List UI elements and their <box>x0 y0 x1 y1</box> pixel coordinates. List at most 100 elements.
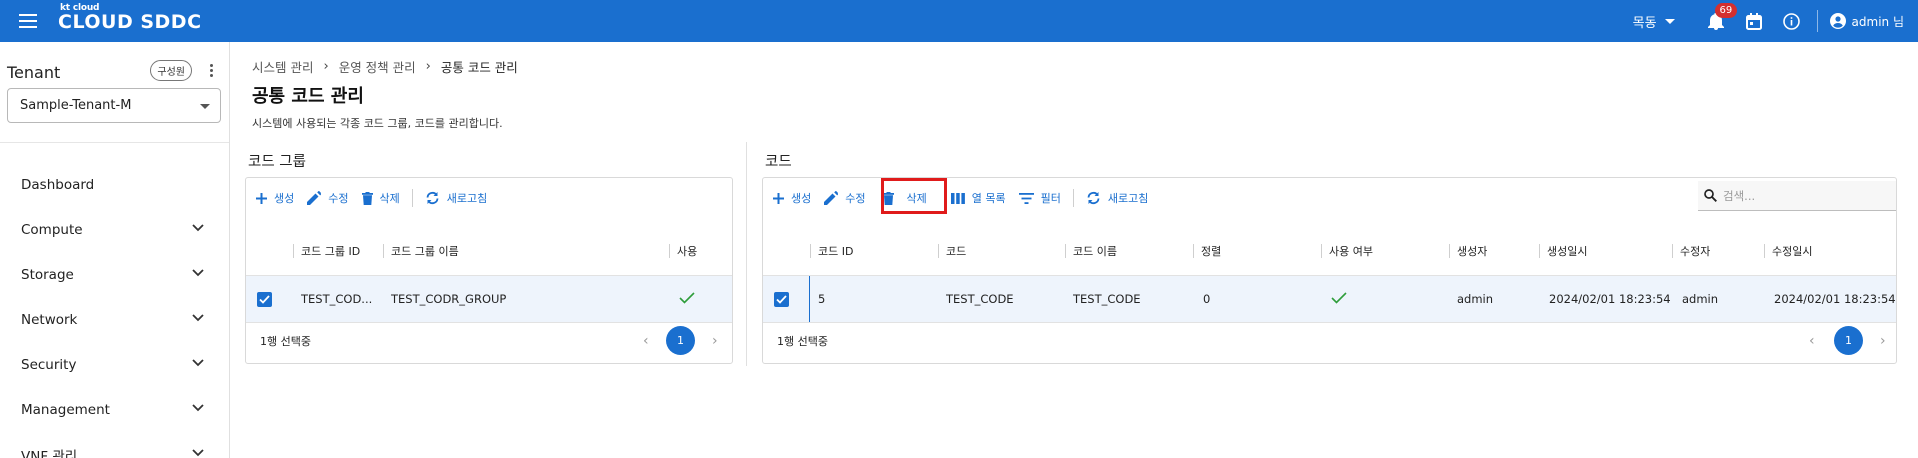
group-edit-button[interactable]: 수정 <box>307 186 349 210</box>
code-panel: 생성 수정 삭제 열 목록 필터 새로고침 코드 ID <box>762 177 1897 364</box>
breadcrumb-item[interactable]: 시스템 관리 <box>252 57 313 76</box>
trash-icon <box>361 191 373 205</box>
tenant-header: Tenant 구성원 <box>7 60 222 82</box>
user-name: admin 님 <box>1851 14 1904 29</box>
sidebar-item-label: Network <box>21 312 78 328</box>
top-app-bar: kt cloud CLOUD SDDC 목동 69 admin 님 <box>0 0 1918 42</box>
breadcrumb-item[interactable]: 운영 정책 관리 <box>339 57 416 76</box>
info-button[interactable] <box>1773 0 1811 42</box>
sidebar-item-label: Compute <box>21 222 83 238</box>
chevron-right-icon: › <box>425 59 431 74</box>
chevron-right-icon[interactable]: › <box>712 333 718 349</box>
filter-button[interactable]: 필터 <box>1018 186 1061 210</box>
column-header[interactable]: 코드 그룹 이름 <box>391 243 459 259</box>
chevron-down-icon <box>192 449 204 457</box>
role-chip[interactable]: 구성원 <box>150 60 192 81</box>
sidebar-item-compute[interactable]: Compute <box>0 210 229 250</box>
column-header[interactable]: 코드 <box>946 243 966 259</box>
column-separator <box>383 244 384 258</box>
page-title: 공통 코드 관리 <box>252 86 364 107</box>
column-header[interactable]: 코드 ID <box>818 243 853 259</box>
column-separator <box>810 244 811 258</box>
check-icon <box>1331 292 1347 307</box>
check-icon <box>679 292 695 307</box>
group-delete-button[interactable]: 삭제 <box>361 186 400 210</box>
button-label: 열 목록 <box>971 192 1006 205</box>
column-header[interactable]: 정렬 <box>1201 243 1221 259</box>
button-label: 새로고침 <box>446 192 488 205</box>
column-header[interactable]: 수정일시 <box>1772 243 1812 259</box>
group-create-button[interactable]: 생성 <box>256 186 294 210</box>
column-header[interactable]: 코드 그룹 ID <box>301 243 360 259</box>
table-row[interactable]: TEST_COD... TEST_CODR_GROUP <box>246 275 732 323</box>
sidebar-item-network[interactable]: Network <box>0 300 229 340</box>
sidebar-item-management[interactable]: Management <box>0 390 229 430</box>
button-label: 필터 <box>1040 192 1061 205</box>
toolbar-separator <box>1072 189 1074 207</box>
panel-divider <box>746 142 747 366</box>
app-logo[interactable]: kt cloud CLOUD SDDC <box>56 0 216 42</box>
checkbox-checked-icon <box>774 292 789 307</box>
button-label: 생성 <box>274 192 295 205</box>
code-create-button[interactable]: 생성 <box>773 186 811 210</box>
button-label: 새로고침 <box>1107 192 1149 205</box>
hamburger-menu-icon[interactable] <box>0 0 56 42</box>
column-header[interactable]: 생성자 <box>1457 243 1487 259</box>
chevron-left-icon[interactable]: ‹ <box>1809 333 1815 349</box>
group-refresh-button[interactable]: 새로고침 <box>425 186 487 210</box>
column-header[interactable]: 코드 이름 <box>1073 243 1117 259</box>
language-label: 목동 <box>1632 15 1657 31</box>
sidebar-item-label: Management <box>21 402 110 418</box>
tenant-select-value: Sample-Tenant-M <box>20 98 132 113</box>
chevron-left-icon[interactable]: ‹ <box>643 333 649 349</box>
code-edit-button[interactable]: 수정 <box>824 186 866 210</box>
column-header[interactable]: 생성일시 <box>1547 243 1587 259</box>
table-row[interactable]: 5 TEST_CODE TEST_CODE 0 admin 2024/02/01… <box>763 275 1896 323</box>
sidebar-item-security[interactable]: Security <box>0 345 229 385</box>
chevron-right-icon[interactable]: › <box>1880 333 1886 349</box>
notification-button[interactable]: 69 <box>1697 0 1738 42</box>
chevron-down-icon <box>192 314 204 322</box>
search-input[interactable] <box>1723 188 1883 203</box>
delete-button-highlight <box>881 178 947 214</box>
sidebar-item-dashboard[interactable]: Dashboard <box>0 165 229 205</box>
row-checkbox[interactable] <box>257 292 272 307</box>
cell-created-at: 2024/02/01 18:23:54 <box>1549 292 1671 306</box>
chevron-right-icon: › <box>323 59 329 74</box>
code-group-toolbar: 생성 수정 삭제 새로고침 <box>246 178 732 218</box>
cell-creator: admin <box>1457 292 1494 306</box>
view-column-icon <box>950 192 965 204</box>
column-separator <box>1764 244 1765 258</box>
column-header[interactable]: 사용 여부 <box>1329 243 1373 259</box>
more-vert-icon[interactable] <box>210 64 214 79</box>
cell-modifier: admin <box>1682 292 1719 306</box>
user-menu[interactable]: admin 님 <box>1829 13 1904 30</box>
sidebar-item-label: Storage <box>21 267 74 283</box>
code-section-title: 코드 <box>765 154 792 170</box>
code-refresh-button[interactable]: 새로고침 <box>1086 186 1148 210</box>
column-header[interactable]: 수정자 <box>1680 243 1710 259</box>
chevron-down-icon <box>192 404 204 412</box>
column-list-button[interactable]: 열 목록 <box>950 186 1006 210</box>
checkbox-checked-icon <box>257 292 272 307</box>
page-number-button[interactable]: 1 <box>666 326 695 355</box>
sidebar-item-storage[interactable]: Storage <box>0 255 229 295</box>
plus-icon <box>773 192 784 204</box>
column-separator <box>1321 244 1322 258</box>
account-circle-icon <box>1829 13 1846 29</box>
page-number-button[interactable]: 1 <box>1834 326 1863 355</box>
info-icon <box>1783 12 1800 30</box>
row-checkbox[interactable] <box>774 292 789 307</box>
column-separator <box>938 244 939 258</box>
toolbar-separator <box>411 189 413 207</box>
search-field[interactable] <box>1698 181 1896 211</box>
calendar-button[interactable] <box>1735 0 1773 42</box>
tenant-select[interactable]: Sample-Tenant-M <box>7 88 221 123</box>
column-header[interactable]: 사용 <box>677 243 697 259</box>
toolbar-divider <box>1816 10 1818 32</box>
sidebar-item-vnf[interactable]: VNF 관리 <box>0 435 229 458</box>
sidebar-item-label: Security <box>21 357 77 373</box>
language-selector[interactable]: 목동 <box>1633 12 1675 31</box>
cell-code: TEST_CODE <box>946 292 1014 306</box>
breadcrumb: 시스템 관리 › 운영 정책 관리 › 공통 코드 관리 <box>252 57 518 76</box>
